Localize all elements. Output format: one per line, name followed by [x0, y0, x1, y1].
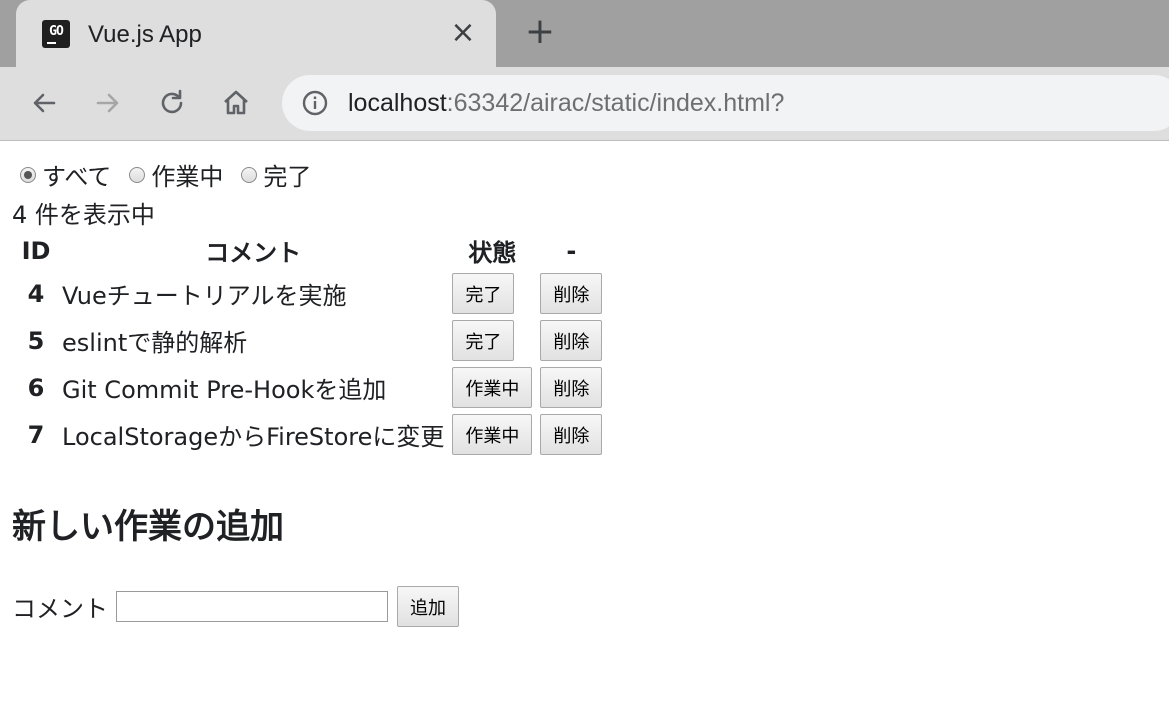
new-tab-icon[interactable]: + — [524, 14, 556, 50]
url-text[interactable]: localhost:63342/airac/static/index.html? — [348, 87, 784, 119]
add-section-title: 新しい作業の追加 — [12, 507, 284, 547]
todo-table: ID コメント 状態 - 4 Vueチュートリアルを実施 完了 削除 5 esl… — [12, 229, 608, 460]
state-button[interactable]: 完了 — [452, 273, 515, 314]
browser-chrome: GO Vue.js App × + localhost:63342/airac/… — [0, 0, 1169, 141]
header-id: ID — [21, 236, 51, 265]
state-button[interactable]: 作業中 — [452, 414, 533, 455]
row-comment: eslintで静的解析 — [62, 329, 248, 357]
delete-button[interactable]: 削除 — [540, 367, 603, 408]
reload-icon[interactable] — [155, 86, 189, 120]
delete-button[interactable]: 削除 — [540, 414, 603, 455]
header-comment: コメント — [205, 239, 302, 267]
row-id: 7 — [27, 420, 45, 449]
row-comment: Vueチュートリアルを実施 — [62, 282, 347, 310]
radio-done[interactable] — [241, 166, 258, 183]
table-row: 4 Vueチュートリアルを実施 完了 削除 — [16, 272, 604, 315]
table-row: 6 Git Commit Pre-Hookを追加 作業中 削除 — [16, 366, 604, 409]
filter-all-label: すべて — [42, 163, 112, 191]
add-form: コメント 追加 — [12, 586, 459, 627]
row-comment: LocalStorageからFireStoreに変更 — [62, 423, 445, 451]
address-bar[interactable]: localhost:63342/airac/static/index.html? — [282, 75, 1169, 131]
state-button[interactable]: 作業中 — [452, 367, 533, 408]
comment-label: コメント — [12, 595, 108, 623]
table-row: 7 LocalStorageからFireStoreに変更 作業中 削除 — [16, 413, 604, 456]
comment-input[interactable] — [116, 591, 388, 622]
filter-done[interactable]: 完了 — [241, 157, 311, 192]
url-host: localhost — [348, 89, 447, 117]
row-id: 5 — [27, 326, 45, 355]
page-content: すべて 作業中 完了 4 件を表示中 ID コメント 状態 - 4 Vueチュー… — [0, 141, 1169, 706]
radio-all[interactable] — [20, 166, 36, 183]
filter-radio-group: すべて 作業中 完了 — [20, 157, 329, 192]
row-comment: Git Commit Pre-Hookを追加 — [62, 376, 387, 404]
row-id: 6 — [27, 373, 45, 402]
info-icon[interactable] — [302, 90, 328, 116]
browser-tab[interactable]: GO Vue.js App × — [16, 0, 496, 67]
back-icon[interactable] — [27, 86, 61, 120]
radio-working[interactable] — [129, 166, 146, 183]
home-icon[interactable] — [219, 86, 253, 120]
url-path: :63342/airac/static/index.html? — [446, 89, 785, 117]
filter-working[interactable]: 作業中 — [129, 157, 223, 192]
item-count: 4 件を表示中 — [12, 201, 155, 229]
tab-title: Vue.js App — [88, 21, 202, 48]
header-action: - — [566, 236, 577, 265]
filter-done-label: 完了 — [263, 163, 312, 191]
row-id: 4 — [27, 279, 45, 308]
forward-icon[interactable] — [91, 86, 125, 120]
table-header-row: ID コメント 状態 - — [16, 233, 604, 268]
delete-button[interactable]: 削除 — [540, 273, 603, 314]
table-row: 5 eslintで静的解析 完了 削除 — [16, 319, 604, 362]
header-state: 状態 — [468, 239, 517, 267]
delete-button[interactable]: 削除 — [540, 320, 603, 361]
filter-all[interactable]: すべて — [20, 157, 111, 192]
add-button[interactable]: 追加 — [397, 586, 459, 627]
state-button[interactable]: 完了 — [452, 320, 515, 361]
filter-working-label: 作業中 — [151, 163, 224, 191]
close-tab-icon[interactable]: × — [448, 18, 478, 48]
favicon-icon: GO — [42, 20, 70, 48]
